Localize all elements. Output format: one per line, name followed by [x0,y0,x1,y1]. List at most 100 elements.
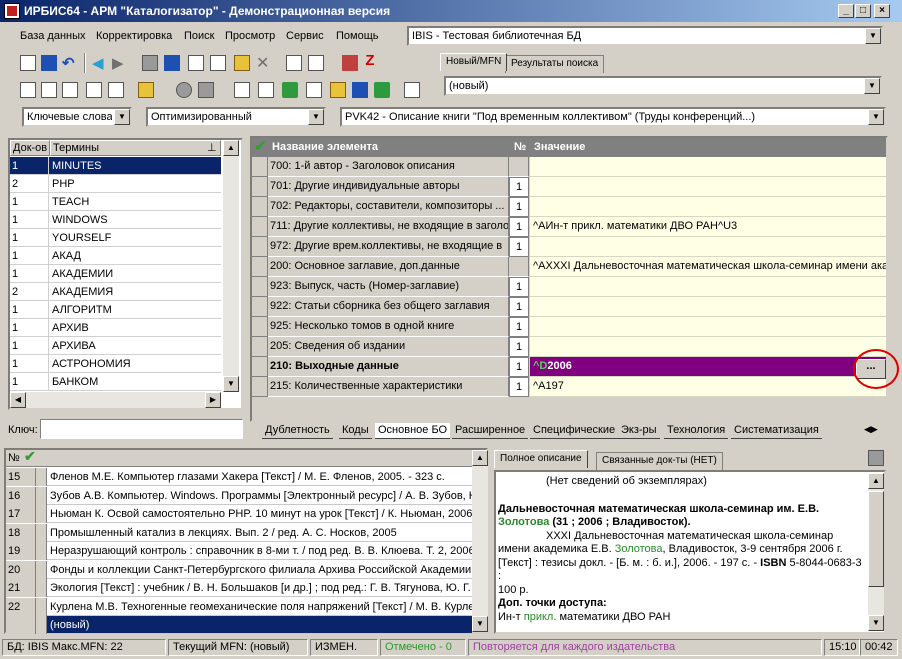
chevron-down-icon[interactable]: ▼ [864,78,880,94]
new-record-icon[interactable] [20,55,36,71]
doc-mark[interactable] [36,560,47,579]
term-row[interactable]: 1 АРХИВ [10,319,221,337]
copy-icon[interactable] [142,55,158,71]
field-row[interactable]: 215: Количественные характеристики 1 ^A197 [252,377,886,397]
scroll-up-icon[interactable]: ▲ [472,450,488,466]
run-icon[interactable] [282,82,298,98]
field-row[interactable]: 702: Редакторы, составители, композиторы… [252,197,886,217]
terms-vscroll[interactable]: ▲ ▼ [223,140,239,392]
chevron-down-icon[interactable]: ▼ [308,109,324,125]
field-occurrence[interactable] [509,157,529,177]
field-row[interactable]: 701: Другие индивидуальные авторы 1 [252,177,886,197]
sort-icon[interactable] [108,82,124,98]
fields-header-value[interactable]: Значение [534,141,585,153]
window-icon[interactable] [198,82,214,98]
field-value[interactable] [530,297,886,317]
field-value[interactable]: ^D2006 [530,357,886,377]
report-icon[interactable] [258,82,274,98]
tab-search-results[interactable]: Результаты поиска [505,55,605,73]
term-row[interactable]: 2 АКАДЕМИЯ [10,283,221,301]
menu-service[interactable]: Сервис [286,30,324,42]
terms-header-term[interactable]: Термины [50,140,221,156]
docs-vscroll[interactable]: ▲ ▼ [472,450,488,632]
open-icon[interactable] [330,82,346,98]
doc-row[interactable]: 17 Ньюман К. Освой самостоятельно PHP. 10… [6,505,474,523]
optimize-select[interactable]: Оптимизированный ▼ [146,107,326,127]
field-row[interactable]: 923: Выпуск, часть (Номер-заглавие) 1 [252,277,886,297]
worksheet-tab[interactable]: Технология [664,423,729,439]
term-row[interactable]: 1 БАНКОМ [10,373,221,391]
scroll-down-icon[interactable]: ▼ [868,615,884,631]
menu-help[interactable]: Помощь [336,30,379,42]
field-value[interactable] [530,337,886,357]
scroll-left-icon[interactable]: ◀ [10,392,26,408]
export-icon[interactable] [286,55,302,71]
term-row[interactable]: 1 WINDOWS [10,211,221,229]
list-icon[interactable] [210,55,226,71]
word-icon[interactable] [352,82,368,98]
help-icon[interactable] [404,82,420,98]
print-preview-icon[interactable] [188,55,204,71]
mail-icon[interactable] [62,82,78,98]
field-value[interactable] [530,177,886,197]
view-icon[interactable] [176,82,192,98]
excel-icon[interactable] [374,82,390,98]
barcode-icon[interactable] [342,55,358,71]
field-occurrence[interactable]: 1 [509,177,529,197]
field-row[interactable]: 205: Сведения об издании 1 [252,337,886,357]
next-record-icon[interactable]: ▶ [112,54,128,72]
worksheet-select[interactable]: PVK42 - Описание книги "Под временным ко… [340,107,886,127]
doc-row[interactable]: 22 Курлена М.В. Техногенные геомеханическ… [6,597,474,616]
field-occurrence[interactable]: 1 [509,337,529,357]
doc-row[interactable]: 21 Экология [Текст] : учебник / В. Н. Бол… [6,579,474,597]
undo-icon[interactable]: ↶ [62,54,78,72]
doc-mark[interactable] [36,468,47,486]
field-value[interactable]: ^A197 [530,377,886,397]
database-select[interactable]: IBIS - Тестовая библиотечная БД ▼ [407,26,883,46]
description-vscroll[interactable]: ▲ ▼ [868,473,884,631]
worksheet-tab[interactable]: Расширенное [452,423,529,439]
tab-new-mfn[interactable]: Новый/MFN [440,53,508,71]
field-value[interactable]: ^AИн-т прикл. математики ДВО РАН^U3 [530,217,886,237]
scroll-down-icon[interactable]: ▼ [223,376,239,392]
pin-icon[interactable]: ⊥ [207,141,217,154]
field-row[interactable]: 925: Несколько томов в одной книге 1 [252,317,886,337]
import-icon[interactable] [308,55,324,71]
filter-icon[interactable] [86,82,102,98]
prev-record-icon[interactable]: ◀ [92,54,108,72]
close-button[interactable]: × [874,4,890,18]
save-icon[interactable] [41,55,57,71]
grid-icon[interactable] [164,55,180,71]
term-row[interactable]: 1 АЛГОРИТМ [10,301,221,319]
term-row[interactable]: 2 PHP [10,175,221,193]
field-row[interactable]: 972: Другие врем.коллективы, не входящие… [252,237,886,257]
record-select[interactable]: (новый) ▼ [444,76,882,96]
field-value[interactable] [530,277,886,297]
field-occurrence[interactable]: 1 [509,277,529,297]
key-input[interactable] [40,419,243,439]
scroll-down-icon[interactable]: ▼ [472,616,488,632]
term-row[interactable]: 1 MINUTES [10,157,221,175]
field-value[interactable] [530,237,886,257]
field-value[interactable] [530,317,886,337]
field-value[interactable] [530,157,886,177]
doc-row[interactable]: (новый) [6,616,472,634]
fields-header-name[interactable]: Название элемента [272,141,378,153]
print-description-icon[interactable] [868,450,884,466]
scroll-thumb[interactable] [868,491,884,587]
doc-mark[interactable] [36,542,47,560]
scroll-up-icon[interactable]: ▲ [223,140,239,156]
chevron-down-icon[interactable]: ▼ [114,109,130,125]
field-occurrence[interactable]: 1 [509,357,529,377]
menu-database[interactable]: База данных [20,30,86,42]
term-row[interactable]: 1 АСТРОНОМИЯ [10,355,221,373]
term-row[interactable]: 1 АКАДЕМИИ [10,265,221,283]
term-row[interactable]: 1 АРХИВА [10,337,221,355]
doc-mark[interactable] [36,616,47,634]
search-refine-icon[interactable] [41,82,57,98]
field-occurrence[interactable]: 1 [509,237,529,257]
field-row[interactable]: 922: Статьи сборника без общего заглавия… [252,297,886,317]
document-icon[interactable] [306,82,322,98]
field-occurrence[interactable] [509,257,529,277]
doc-row[interactable]: 20 Фонды и коллекции Санкт-Петербургского… [6,560,474,579]
